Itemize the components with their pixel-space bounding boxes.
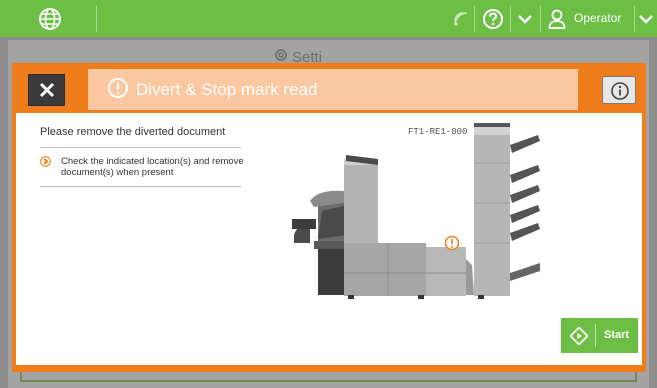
divider: [595, 324, 596, 347]
divider: [40, 186, 241, 187]
close-icon: [39, 82, 55, 98]
user-name-label[interactable]: Operator: [574, 11, 621, 25]
start-icon: [570, 327, 588, 345]
chevron-down-icon[interactable]: [514, 8, 536, 30]
start-button-label: Start: [604, 329, 630, 341]
divider: [510, 6, 511, 32]
info-icon: [611, 82, 629, 100]
divider: [40, 147, 241, 148]
globe-icon[interactable]: [38, 7, 62, 31]
gear-icon: [275, 49, 287, 61]
instruction-heading: Please remove the diverted document: [40, 126, 226, 138]
chevron-down-icon[interactable]: [637, 8, 655, 30]
network-icon[interactable]: [450, 8, 472, 30]
user-icon[interactable]: [546, 8, 568, 30]
dialog-title: Divert & Stop mark read: [136, 80, 318, 99]
machine-illustration: [292, 123, 540, 299]
divider: [634, 6, 635, 32]
divider: [540, 6, 541, 32]
divider: [96, 6, 97, 32]
instruction-text: Check the indicated location(s) and remo…: [61, 156, 244, 178]
chevron-right-circle-icon: [40, 156, 51, 167]
warning-icon: [108, 78, 128, 98]
start-button[interactable]: Start: [561, 318, 638, 353]
info-button[interactable]: [602, 76, 636, 104]
help-icon[interactable]: [482, 8, 504, 30]
divider: [474, 6, 475, 32]
top-bar: Operator: [0, 0, 657, 37]
close-button[interactable]: [28, 74, 65, 106]
